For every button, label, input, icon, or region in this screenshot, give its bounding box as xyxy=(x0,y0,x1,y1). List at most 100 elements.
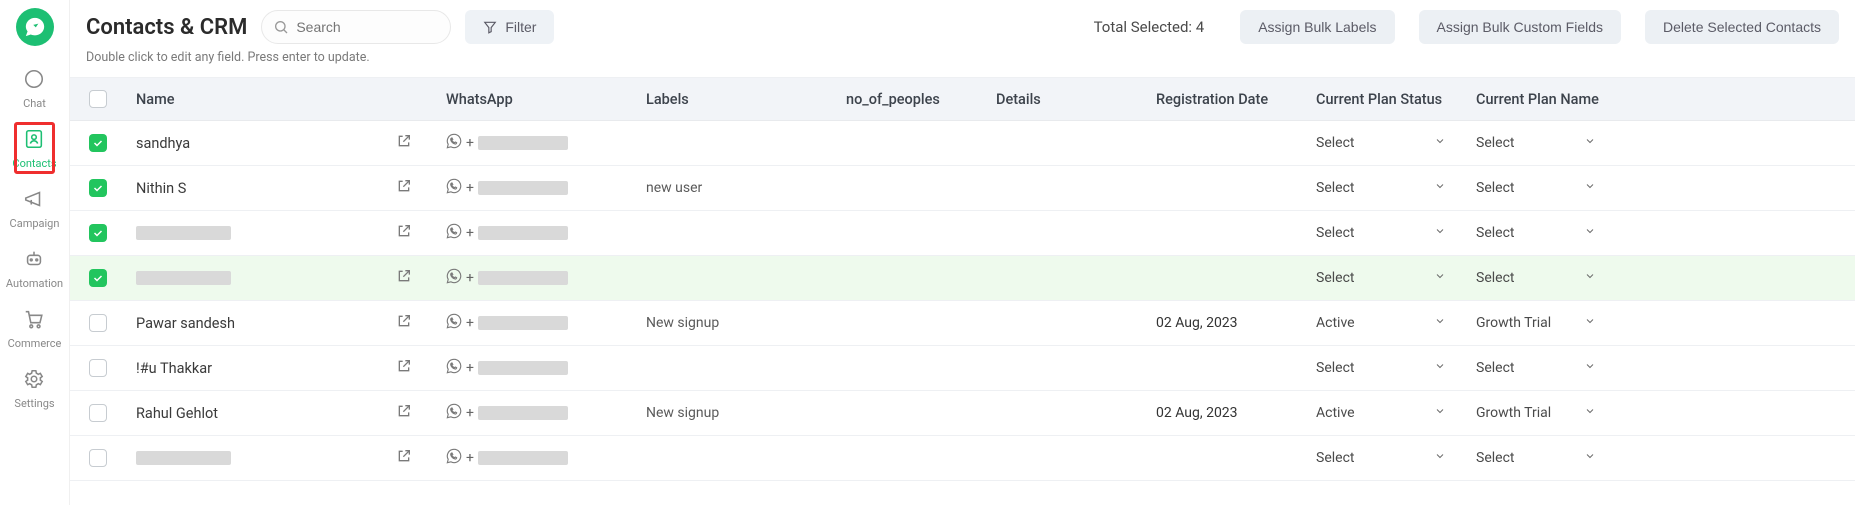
peoples-cell[interactable] xyxy=(836,346,986,390)
chevron-down-icon xyxy=(1434,360,1446,376)
contacts-table: Name WhatsApp Labels no_of_peoples Detai… xyxy=(70,77,1855,481)
sidebar-item-automation[interactable]: Automation xyxy=(6,238,63,298)
assign-bulk-custom-fields-button[interactable]: Assign Bulk Custom Fields xyxy=(1419,10,1622,44)
plan-status-select[interactable]: Active xyxy=(1316,315,1456,331)
plan-name-select[interactable]: Growth Trial xyxy=(1476,405,1606,421)
row-checkbox[interactable] xyxy=(89,314,107,332)
peoples-cell[interactable] xyxy=(836,256,986,300)
details-cell[interactable] xyxy=(986,301,1146,345)
col-plan-status[interactable]: Current Plan Status xyxy=(1306,78,1466,120)
plan-name-select[interactable]: Select xyxy=(1476,180,1606,196)
open-contact-icon[interactable] xyxy=(396,403,412,423)
contact-name[interactable]: Nithin S xyxy=(136,180,186,197)
details-cell[interactable] xyxy=(986,436,1146,480)
plan-name-select[interactable]: Select xyxy=(1476,225,1606,241)
details-cell[interactable] xyxy=(986,256,1146,300)
assign-bulk-labels-button[interactable]: Assign Bulk Labels xyxy=(1240,10,1394,44)
col-labels[interactable]: Labels xyxy=(636,78,836,120)
phone-prefix: + xyxy=(466,270,474,286)
peoples-cell[interactable] xyxy=(836,121,986,165)
chevron-down-icon xyxy=(1584,405,1596,421)
sidebar-item-chat[interactable]: Chat xyxy=(6,58,63,118)
phone-redacted xyxy=(478,451,568,465)
open-contact-icon[interactable] xyxy=(396,133,412,153)
plan-status-select[interactable]: Select xyxy=(1316,135,1456,151)
phone-redacted xyxy=(478,136,568,150)
sidebar-item-label: Campaign xyxy=(10,217,60,230)
plan-name-select[interactable]: Select xyxy=(1476,270,1606,286)
sidebar-item-settings[interactable]: Settings xyxy=(6,358,63,418)
table-row: Nithin S + new user Select Select xyxy=(70,166,1855,211)
name-redacted xyxy=(136,451,231,465)
plan-name-select[interactable]: Select xyxy=(1476,135,1606,151)
plan-status-select[interactable]: Select xyxy=(1316,270,1456,286)
plan-status-select[interactable]: Select xyxy=(1316,360,1456,376)
labels-cell[interactable]: new user xyxy=(646,180,702,196)
contact-name[interactable]: !#u Thakkar xyxy=(136,360,212,377)
plan-status-select[interactable]: Select xyxy=(1316,180,1456,196)
plan-name-select[interactable]: Select xyxy=(1476,450,1606,466)
delete-contacts-button[interactable]: Delete Selected Contacts xyxy=(1645,10,1839,44)
row-checkbox[interactable] xyxy=(89,404,107,422)
details-cell[interactable] xyxy=(986,346,1146,390)
open-contact-icon[interactable] xyxy=(396,358,412,378)
plan-name-select[interactable]: Growth Trial xyxy=(1476,315,1606,331)
row-checkbox[interactable] xyxy=(89,224,107,242)
open-contact-icon[interactable] xyxy=(396,223,412,243)
open-contact-icon[interactable] xyxy=(396,448,412,468)
peoples-cell[interactable] xyxy=(836,391,986,435)
col-name[interactable]: Name xyxy=(126,78,436,120)
filter-label: Filter xyxy=(505,19,536,35)
open-contact-icon[interactable] xyxy=(396,268,412,288)
peoples-cell[interactable] xyxy=(836,436,986,480)
open-contact-icon[interactable] xyxy=(396,178,412,198)
plan-name-select[interactable]: Select xyxy=(1476,360,1606,376)
details-cell[interactable] xyxy=(986,391,1146,435)
contact-name[interactable]: Rahul Gehlot xyxy=(136,405,218,422)
row-checkbox[interactable] xyxy=(89,269,107,287)
phone-redacted xyxy=(478,316,568,330)
sidebar-item-label: Contacts xyxy=(12,157,56,170)
phone-prefix: + xyxy=(466,225,474,241)
col-whatsapp[interactable]: WhatsApp xyxy=(436,78,636,120)
plan-status-select[interactable]: Active xyxy=(1316,405,1456,421)
labels-cell[interactable]: New signup xyxy=(646,315,719,331)
details-cell[interactable] xyxy=(986,166,1146,210)
row-checkbox[interactable] xyxy=(89,449,107,467)
col-peoples[interactable]: no_of_peoples xyxy=(836,78,986,120)
table-row: sandhya+SelectSelect xyxy=(70,121,1855,166)
open-contact-icon[interactable] xyxy=(396,313,412,333)
row-checkbox[interactable] xyxy=(89,134,107,152)
col-reg-date[interactable]: Registration Date xyxy=(1146,78,1306,120)
details-cell[interactable] xyxy=(986,121,1146,165)
peoples-cell[interactable] xyxy=(836,166,986,210)
phone-prefix: + xyxy=(466,360,474,376)
row-checkbox[interactable] xyxy=(89,179,107,197)
reg-date-cell[interactable]: 02 Aug, 2023 xyxy=(1156,405,1238,421)
phone-redacted xyxy=(478,361,568,375)
whatsapp-icon xyxy=(446,223,462,243)
peoples-cell[interactable] xyxy=(836,301,986,345)
contact-name[interactable]: sandhya xyxy=(136,135,190,152)
search-input[interactable] xyxy=(261,10,451,44)
row-checkbox[interactable] xyxy=(89,359,107,377)
select-all-checkbox[interactable] xyxy=(89,90,107,108)
reg-date-cell[interactable]: 02 Aug, 2023 xyxy=(1156,315,1238,331)
table-row: Pawar sandesh+New signup02 Aug, 2023Acti… xyxy=(70,301,1855,346)
labels-cell[interactable]: New signup xyxy=(646,405,719,421)
sidebar-item-campaign[interactable]: Campaign xyxy=(6,178,63,238)
table-row: !#u Thakkar + Select Select xyxy=(70,346,1855,391)
plan-status-select[interactable]: Select xyxy=(1316,450,1456,466)
topbar: Contacts & CRM Filter Total Selected: 4 … xyxy=(70,0,1855,46)
phone-redacted xyxy=(478,181,568,195)
sidebar-item-contacts[interactable]: Contacts xyxy=(6,118,63,178)
filter-button[interactable]: Filter xyxy=(465,10,554,44)
sidebar-item-commerce[interactable]: Commerce xyxy=(6,298,63,358)
phone-prefix: + xyxy=(466,180,474,196)
contact-name[interactable]: Pawar sandesh xyxy=(136,315,235,332)
col-plan-name[interactable]: Current Plan Name xyxy=(1466,78,1616,120)
peoples-cell[interactable] xyxy=(836,211,986,255)
details-cell[interactable] xyxy=(986,211,1146,255)
plan-status-select[interactable]: Select xyxy=(1316,225,1456,241)
col-details[interactable]: Details xyxy=(986,78,1146,120)
